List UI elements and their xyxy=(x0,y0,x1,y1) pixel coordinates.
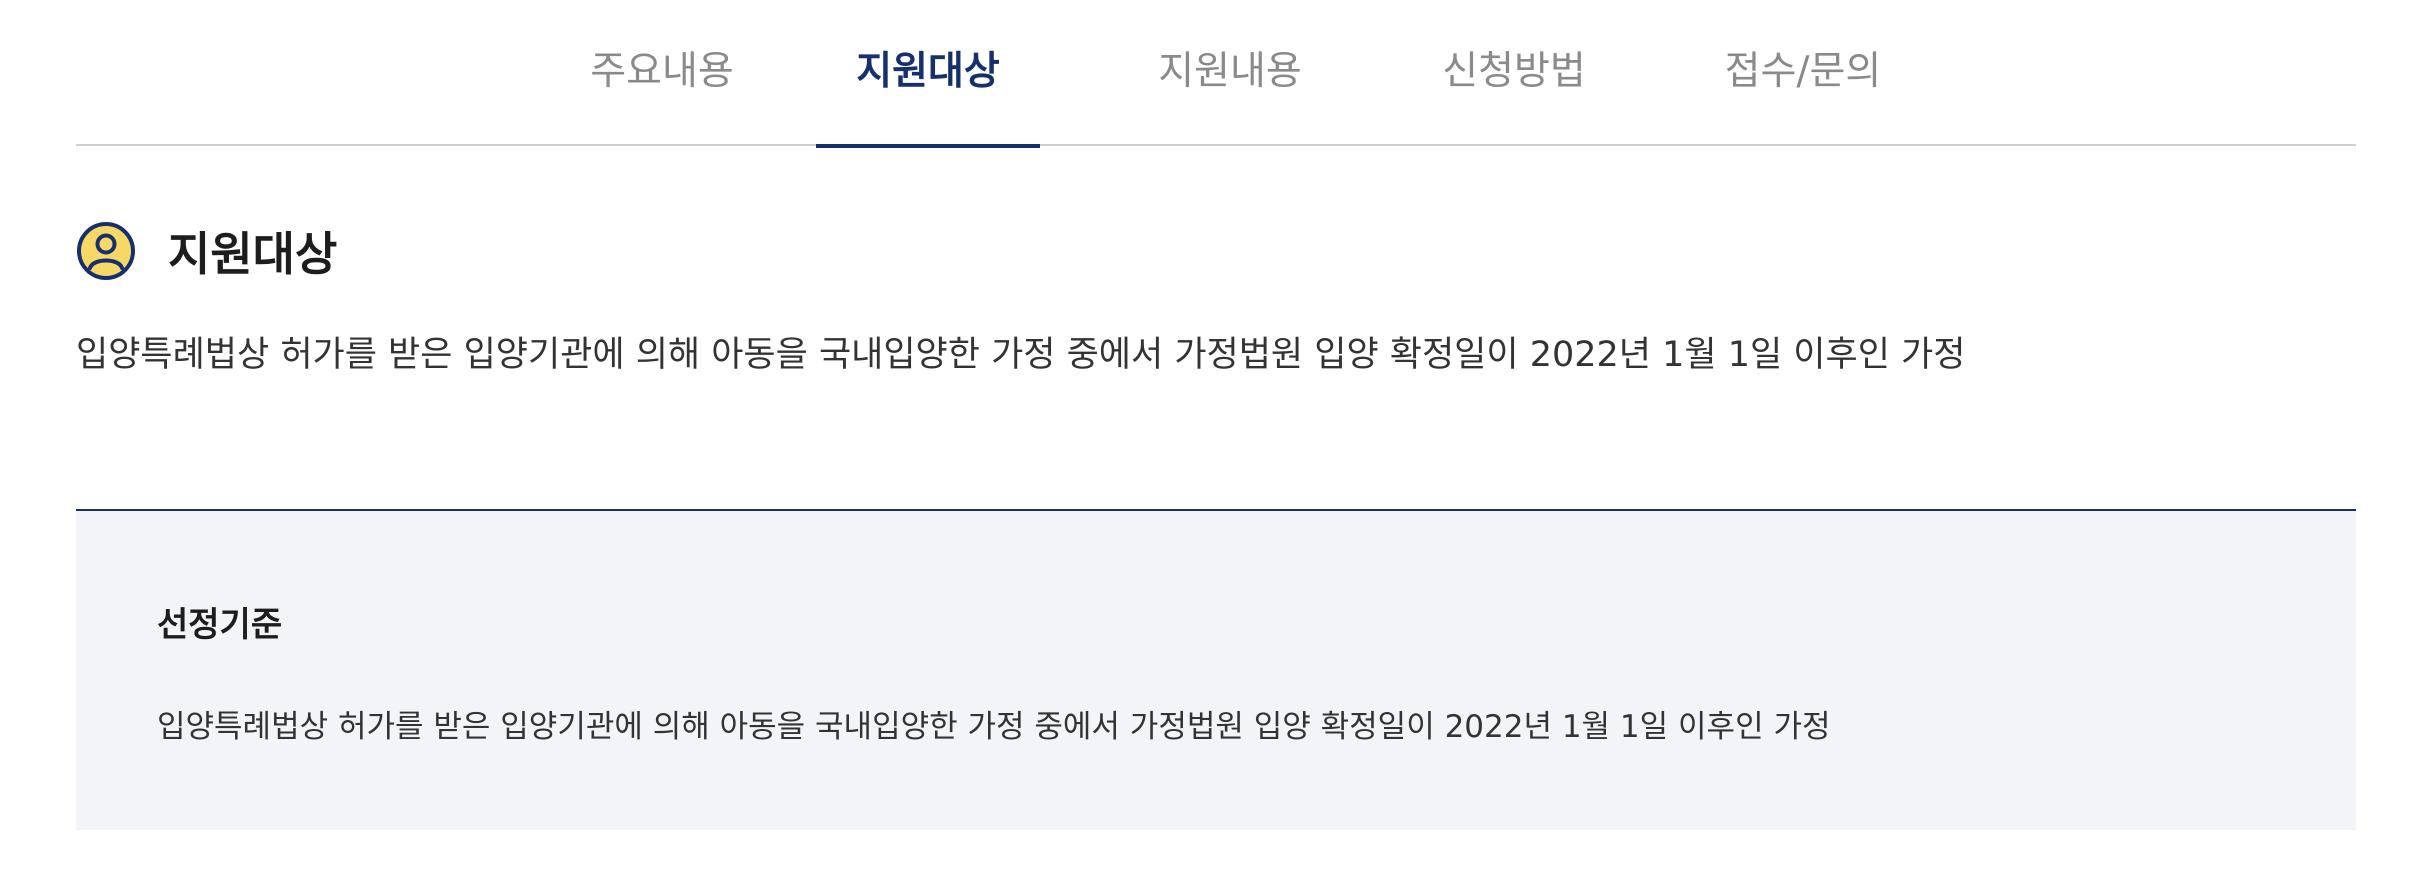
user-circle-icon xyxy=(77,222,135,280)
section-description: 입양특례법상 허가를 받은 입양기관에 의해 아동을 국내입양한 가정 중에서 … xyxy=(76,335,1966,375)
tab-label: 신청방법 xyxy=(1442,49,1586,94)
section-header: 지원대상 xyxy=(76,212,337,290)
tab-contact[interactable]: 접수/문의 xyxy=(1698,0,1908,146)
page-container: 주요내용 지원대상 지원내용 신청방법 접수/문의 지원대상 입양특례법상 허가… xyxy=(76,0,2356,876)
tab-label: 지원내용 xyxy=(1158,49,1302,94)
tab-label: 지원대상 xyxy=(856,49,1000,94)
tab-support-target[interactable]: 지원대상 xyxy=(816,0,1040,148)
tab-support-details[interactable]: 지원내용 xyxy=(1138,0,1322,146)
section-title: 지원대상 xyxy=(168,227,338,281)
tab-main-content[interactable]: 주요내용 xyxy=(570,0,754,146)
tab-application-method[interactable]: 신청방법 xyxy=(1422,0,1606,146)
tab-bar: 주요내용 지원대상 지원내용 신청방법 접수/문의 xyxy=(76,0,2356,148)
criteria-title: 선정기준 xyxy=(157,605,283,645)
criteria-text: 입양특례법상 허가를 받은 입양기관에 의해 아동을 국내입양한 가정 중에서 … xyxy=(157,709,1831,745)
tab-label: 접수/문의 xyxy=(1724,49,1882,94)
tab-label: 주요내용 xyxy=(590,49,734,94)
selection-criteria-box: 선정기준 입양특례법상 허가를 받은 입양기관에 의해 아동을 국내입양한 가정… xyxy=(76,509,2356,830)
